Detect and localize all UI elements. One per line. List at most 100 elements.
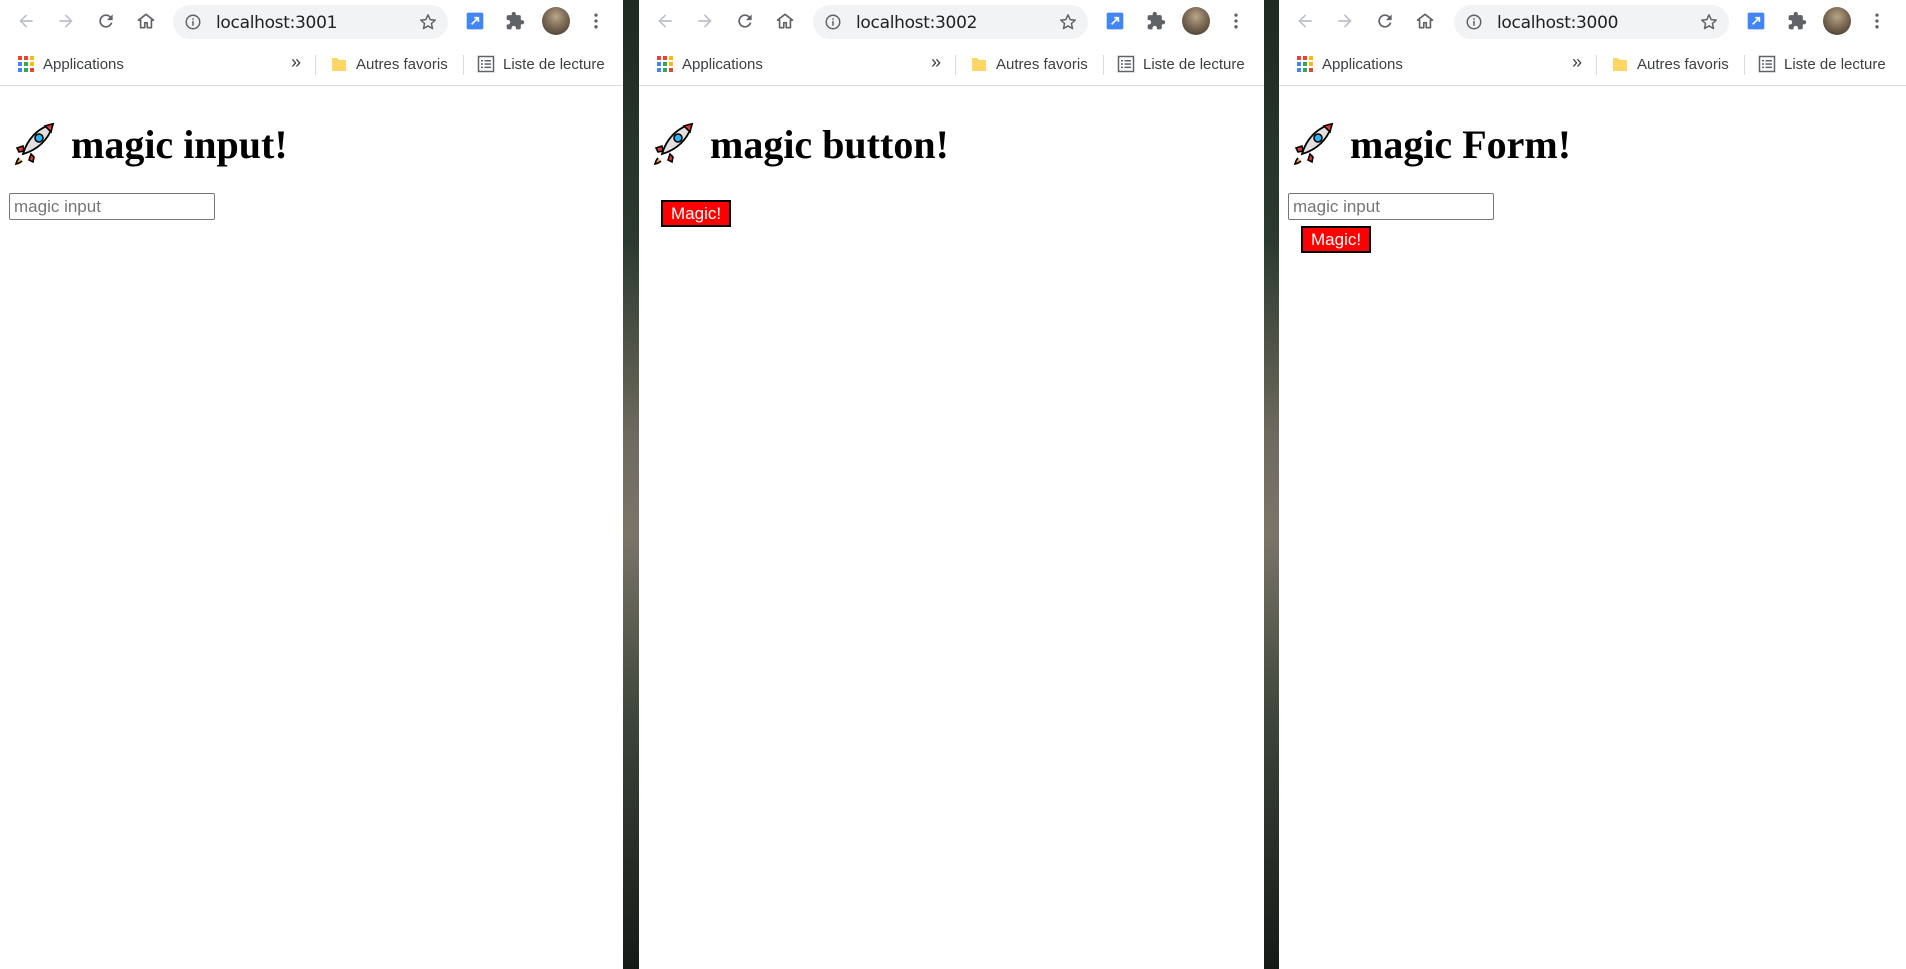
- bookmark-label: Autres favoris: [996, 55, 1088, 73]
- browser-window-3: localhost:3000 Applications » Autres fav…: [1279, 0, 1906, 969]
- home-button[interactable]: [1411, 7, 1439, 35]
- more-vert-icon: [1875, 13, 1879, 29]
- arrow-right-icon: [698, 14, 712, 28]
- bookmark-applications[interactable]: Applications: [17, 55, 124, 73]
- bookmark-applications[interactable]: Applications: [1296, 55, 1403, 73]
- magic-button[interactable]: Magic!: [661, 200, 732, 227]
- reload-icon: [738, 14, 752, 28]
- address-bar[interactable]: localhost:3000: [1454, 5, 1729, 39]
- home-button[interactable]: [771, 7, 799, 35]
- bookmarks-overflow-button[interactable]: »: [931, 52, 941, 73]
- info-icon[interactable]: [184, 13, 202, 31]
- bookmark-other-favorites[interactable]: Autres favoris: [330, 55, 448, 73]
- back-button[interactable]: [1291, 7, 1319, 35]
- page-content: magic Form! Magic!: [1279, 118, 1906, 253]
- browser-window-2: localhost:3002 Applications » Autres fav…: [639, 0, 1264, 969]
- extension-button[interactable]: [461, 7, 489, 35]
- bookmark-label: Liste de lecture: [1143, 55, 1245, 73]
- extensions-menu-button[interactable]: [1783, 7, 1811, 35]
- extensions-menu-button[interactable]: [1142, 7, 1170, 35]
- star-icon[interactable]: [418, 12, 438, 32]
- page-content: magic input!: [0, 118, 623, 220]
- bookmarks-bar: Applications » Autres favoris Liste de l…: [0, 43, 623, 86]
- back-button[interactable]: [12, 7, 40, 35]
- reading-list-icon: [1758, 55, 1776, 73]
- bookmark-label: Autres favoris: [1637, 55, 1729, 73]
- home-icon: [1416, 13, 1434, 29]
- page-title: magic button!: [648, 118, 1255, 170]
- bookmark-other-favorites[interactable]: Autres favoris: [1611, 55, 1729, 73]
- rocket-icon: [653, 122, 694, 166]
- forward-button[interactable]: [52, 7, 80, 35]
- bookmark-label: Applications: [1322, 55, 1403, 73]
- bookmark-applications[interactable]: Applications: [656, 55, 763, 73]
- reload-icon: [1378, 14, 1392, 28]
- browser-menu-button[interactable]: [1863, 7, 1891, 35]
- apps-grid-icon: [1297, 56, 1313, 72]
- reload-button[interactable]: [92, 7, 120, 35]
- page-title: magic Form!: [1288, 118, 1897, 170]
- home-icon: [776, 13, 794, 29]
- address-bar[interactable]: localhost:3002: [813, 5, 1088, 39]
- bookmark-other-favorites[interactable]: Autres favoris: [970, 55, 1088, 73]
- extension-shortcut-icon: [1747, 12, 1765, 30]
- bookmarks-divider: [463, 55, 464, 75]
- bookmark-reading-list[interactable]: Liste de lecture: [477, 55, 605, 73]
- bookmark-reading-list[interactable]: Liste de lecture: [1758, 55, 1886, 73]
- bookmarks-overflow-button[interactable]: »: [291, 52, 301, 73]
- bookmarks-divider: [1103, 55, 1104, 75]
- bookmark-label: Autres favoris: [356, 55, 448, 73]
- magic-button[interactable]: Magic!: [1301, 226, 1372, 253]
- home-icon: [137, 13, 155, 29]
- bookmarks-bar: Applications » Autres favoris Liste de l…: [639, 43, 1264, 86]
- magic-input-field[interactable]: [1288, 193, 1494, 220]
- home-button[interactable]: [132, 7, 160, 35]
- back-button[interactable]: [651, 7, 679, 35]
- folder-icon: [1613, 58, 1627, 71]
- magic-input-field[interactable]: [9, 193, 215, 220]
- extensions-menu-button[interactable]: [501, 7, 529, 35]
- arrow-left-icon: [1298, 14, 1312, 28]
- puzzle-icon: [506, 11, 525, 30]
- reload-icon: [99, 14, 113, 28]
- bookmarks-divider: [315, 55, 316, 75]
- page-title-text: magic Form!: [1350, 121, 1572, 167]
- url-text: localhost:3002: [856, 13, 978, 33]
- profile-avatar[interactable]: [1182, 7, 1210, 35]
- arrow-right-icon: [1338, 14, 1352, 28]
- folder-icon: [972, 58, 986, 71]
- extension-button[interactable]: [1101, 7, 1129, 35]
- browser-toolbar: localhost:3000: [1279, 0, 1906, 43]
- page-title-text: magic input!: [71, 121, 288, 167]
- profile-avatar[interactable]: [542, 7, 570, 35]
- arrow-left-icon: [658, 14, 672, 28]
- bookmark-label: Applications: [43, 55, 124, 73]
- info-icon[interactable]: [1465, 13, 1483, 31]
- bookmarks-bar: Applications » Autres favoris Liste de l…: [1279, 43, 1906, 86]
- arrow-left-icon: [19, 14, 33, 28]
- reading-list-icon: [1117, 55, 1135, 73]
- rocket-icon: [14, 122, 55, 166]
- info-icon[interactable]: [824, 13, 842, 31]
- extension-button[interactable]: [1742, 7, 1770, 35]
- browser-menu-button[interactable]: [1222, 7, 1250, 35]
- bookmark-reading-list[interactable]: Liste de lecture: [1117, 55, 1245, 73]
- reload-button[interactable]: [1371, 7, 1399, 35]
- bookmarks-divider: [1596, 55, 1597, 75]
- star-icon[interactable]: [1058, 12, 1078, 32]
- apps-grid-icon: [657, 56, 673, 72]
- star-icon[interactable]: [1699, 12, 1719, 32]
- bookmarks-overflow-button[interactable]: »: [1572, 52, 1582, 73]
- address-bar[interactable]: localhost:3001: [173, 5, 448, 39]
- reload-button[interactable]: [731, 7, 759, 35]
- profile-avatar[interactable]: [1823, 7, 1851, 35]
- forward-button[interactable]: [1331, 7, 1359, 35]
- url-text: localhost:3001: [216, 13, 338, 33]
- browser-toolbar: localhost:3002: [639, 0, 1264, 43]
- page-title-text: magic button!: [710, 121, 949, 167]
- page-title: magic input!: [9, 118, 614, 170]
- browser-menu-button[interactable]: [582, 7, 610, 35]
- forward-button[interactable]: [691, 7, 719, 35]
- more-vert-icon: [594, 13, 598, 29]
- extension-shortcut-icon: [466, 12, 484, 30]
